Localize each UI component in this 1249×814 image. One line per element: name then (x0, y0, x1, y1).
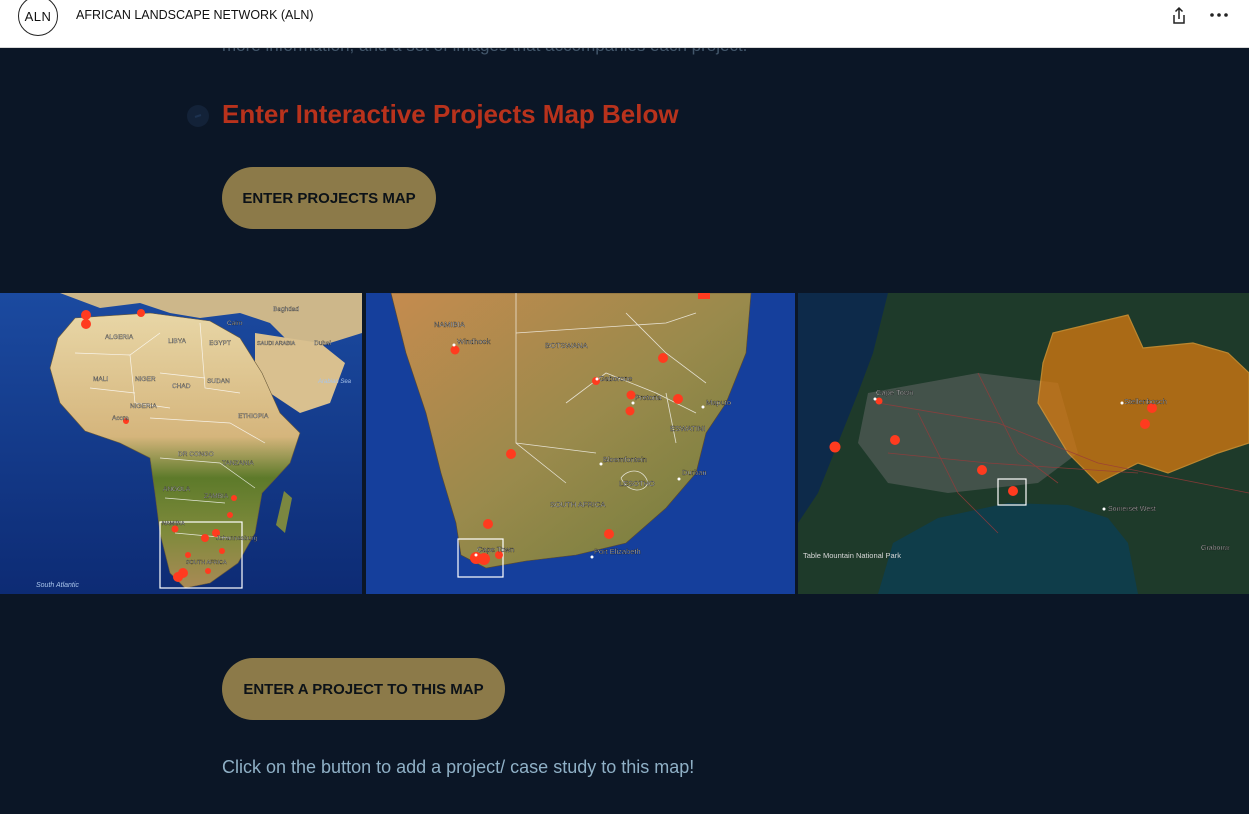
map-label: Table Mountain National Park (803, 551, 901, 560)
enter-a-project-button[interactable]: ENTER A PROJECT TO THIS MAP (222, 658, 505, 720)
map-label: Maputo (706, 398, 731, 407)
more-options-icon[interactable] (1208, 7, 1230, 23)
map-label: ZAMBIA (204, 493, 229, 500)
map-label: NAMIBIA (434, 320, 465, 329)
map-label: Stellenbosch (1124, 397, 1167, 406)
maps-strip: Baghdad Cairo Dubai ALGERIA LIBYA EGYPT … (0, 293, 1249, 594)
map-label: NIGER (135, 376, 156, 383)
map-label: ESWATINI (670, 424, 705, 433)
map-label: SUDAN (207, 378, 230, 385)
map-label: DR CONGO (178, 451, 214, 458)
map-label: Johannesburg (216, 535, 258, 542)
map-label: NAMIBIA (162, 521, 185, 527)
map-label: MALI (93, 376, 108, 383)
map-label: BOTSWANA (545, 341, 588, 350)
anchor-link-icon[interactable] (186, 104, 210, 128)
map-label: SAUDI ARABIA (257, 341, 296, 347)
map-label: Cape Town (876, 388, 913, 397)
enter-projects-map-button[interactable]: ENTER PROJECTS MAP (222, 167, 436, 229)
map-label: ANGOLA (163, 486, 191, 493)
map-label: SOUTH AFRICA (186, 560, 227, 566)
map-label: TANZANIA (222, 460, 254, 467)
map-label: Baghdad (273, 306, 299, 313)
cape-town-map[interactable]: Cape Town Stellenbosch Somerset West Gra… (798, 293, 1249, 594)
map-label: EGYPT (209, 340, 231, 347)
helper-text: Click on the button to add a project/ ca… (222, 757, 695, 777)
map-label: Cairo (227, 320, 243, 327)
map-label: CHAD (172, 383, 191, 390)
southern-africa-map[interactable]: NAMIBIA Windhoek BOTSWANA Gaborone Preto… (366, 293, 795, 594)
map-label: Cape Town (477, 545, 514, 554)
map-label: Accra (112, 415, 129, 422)
map-label: Bloemfontein (603, 455, 647, 464)
map-label: Pretoria (635, 393, 662, 402)
africa-map[interactable]: Baghdad Cairo Dubai ALGERIA LIBYA EGYPT … (0, 293, 362, 594)
map-label: Dubai (314, 340, 331, 347)
map-label: SOUTH AFRICA (550, 500, 605, 509)
map-label: Windhoek (457, 337, 491, 346)
site-title[interactable]: AFRICAN LANDSCAPE NETWORK (ALN) (76, 8, 314, 22)
map-label: LIBYA (168, 338, 187, 345)
map-label: Gaborone (599, 374, 632, 383)
map-label: Grabouw (1201, 545, 1230, 552)
map-label: Durban (682, 468, 707, 477)
map-label: Somerset West (1108, 506, 1156, 513)
map-label: LESOTHO (619, 479, 655, 488)
map-label: Arabian Sea (317, 379, 352, 385)
logo-text: ALN (24, 8, 52, 24)
section-heading: Enter Interactive Projects Map Below (222, 99, 679, 129)
site-logo[interactable]: ALN (18, 0, 58, 36)
map-label: South Atlantic (36, 582, 79, 589)
map-label: NIGERIA (130, 403, 157, 410)
map-label: ETHIOPIA (238, 413, 269, 420)
map-label: ALGERIA (105, 334, 134, 341)
map-label: Port Elizabeth (594, 547, 641, 556)
share-icon[interactable] (1170, 6, 1188, 26)
top-bar: ALN AFRICAN LANDSCAPE NETWORK (ALN) (0, 0, 1249, 48)
